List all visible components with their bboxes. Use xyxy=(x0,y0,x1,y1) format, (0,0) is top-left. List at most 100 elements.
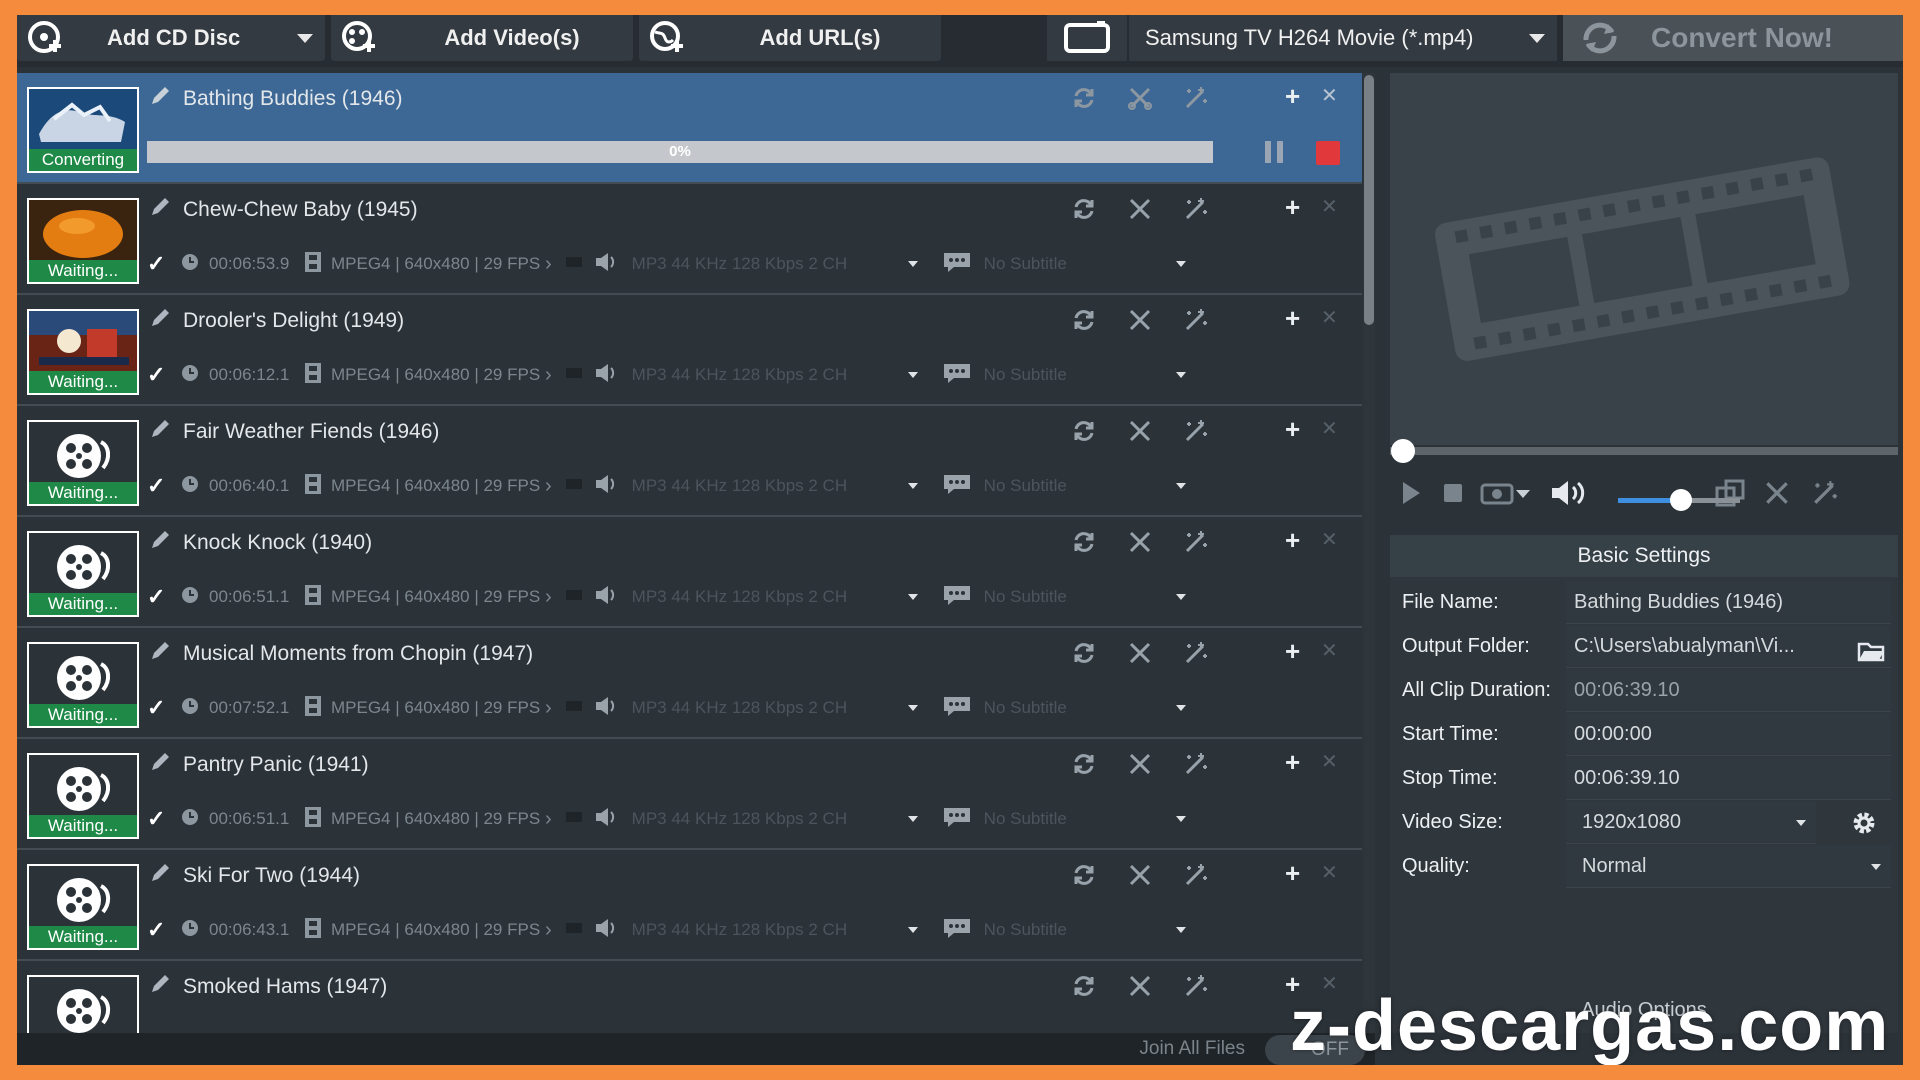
magic-wand-icon[interactable] xyxy=(1181,527,1211,557)
chevron-down-icon[interactable] xyxy=(907,594,918,600)
file-name-field[interactable]: Bathing Buddies (1946) xyxy=(1566,581,1891,624)
refresh-icon[interactable] xyxy=(1069,194,1099,224)
scissors-icon[interactable] xyxy=(1125,971,1155,1001)
chevron-right-icon[interactable]: › xyxy=(545,364,552,387)
item-title[interactable]: Bathing Buddies (1946) xyxy=(183,87,403,111)
item-title[interactable]: Drooler's Delight (1949) xyxy=(183,309,404,333)
convert-now-button[interactable]: Convert Now! xyxy=(1563,15,1903,61)
volume-icon[interactable] xyxy=(1550,479,1590,512)
chevron-right-icon[interactable]: › xyxy=(545,808,552,831)
stop-time-field[interactable]: 00:06:39.10 xyxy=(1566,757,1891,800)
pencil-icon[interactable] xyxy=(149,529,171,557)
item-title[interactable]: Musical Moments from Chopin (1947) xyxy=(183,642,533,666)
pencil-icon[interactable] xyxy=(149,973,171,1001)
list-item[interactable]: Smoked Hams (1947) + ✕ xyxy=(17,961,1362,1033)
item-title[interactable]: Knock Knock (1940) xyxy=(183,531,372,555)
item-title[interactable]: Fair Weather Fiends (1946) xyxy=(183,420,439,444)
close-icon[interactable]: ✕ xyxy=(1321,749,1338,774)
volume-handle[interactable] xyxy=(1670,489,1692,511)
chevron-right-icon[interactable]: › xyxy=(545,586,552,609)
checkmark-icon[interactable]: ✓ xyxy=(147,473,181,499)
item-subtitle[interactable]: No Subtitle xyxy=(984,476,1176,496)
item-title[interactable]: Chew-Chew Baby (1945) xyxy=(183,198,418,222)
item-title[interactable]: Ski For Two (1944) xyxy=(183,864,360,888)
item-subtitle[interactable]: No Subtitle xyxy=(984,587,1176,607)
add-subitem-icon[interactable]: + xyxy=(1285,192,1300,223)
item-title[interactable]: Pantry Panic (1941) xyxy=(183,753,369,777)
refresh-icon[interactable] xyxy=(1069,416,1099,446)
close-icon[interactable]: ✕ xyxy=(1321,83,1338,108)
chevron-down-icon[interactable] xyxy=(1175,483,1186,489)
magic-wand-icon[interactable] xyxy=(1181,749,1211,779)
magic-wand-icon[interactable] xyxy=(1181,83,1211,113)
list-item[interactable]: Waiting... Drooler's Delight (1949) + ✕ … xyxy=(17,295,1362,406)
pencil-icon[interactable] xyxy=(149,418,171,446)
scrollbar-thumb[interactable] xyxy=(1364,75,1374,325)
list-item[interactable]: Waiting... Knock Knock (1940) + ✕ ✓ 00:0… xyxy=(17,517,1362,628)
list-item[interactable]: Waiting... Fair Weather Fiends (1946) + … xyxy=(17,406,1362,517)
checkmark-icon[interactable]: ✓ xyxy=(147,584,181,610)
chevron-down-icon[interactable] xyxy=(1175,705,1186,711)
add-subitem-icon[interactable]: + xyxy=(1285,525,1300,556)
stop-icon[interactable] xyxy=(1316,141,1340,165)
list-item[interactable]: Waiting... Ski For Two (1944) + ✕ ✓ 00:0… xyxy=(17,850,1362,961)
scissors-icon[interactable] xyxy=(1125,638,1155,668)
magic-wand-icon[interactable] xyxy=(1181,860,1211,890)
close-icon[interactable]: ✕ xyxy=(1321,194,1338,219)
output-folder-field[interactable]: C:\Users\abualyman\Vi... xyxy=(1566,625,1891,668)
list-item[interactable]: Waiting... Musical Moments from Chopin (… xyxy=(17,628,1362,739)
add-subitem-icon[interactable]: + xyxy=(1285,81,1300,112)
chevron-down-icon[interactable] xyxy=(907,816,918,822)
scissors-icon[interactable] xyxy=(1125,416,1155,446)
play-icon[interactable] xyxy=(1400,480,1422,511)
scissors-icon[interactable] xyxy=(1125,305,1155,335)
stop-player-icon[interactable] xyxy=(1442,482,1464,509)
chevron-right-icon[interactable]: › xyxy=(545,697,552,720)
scissors-icon[interactable] xyxy=(1125,527,1155,557)
output-format-select[interactable]: Samsung TV H264 Movie (*.mp4) xyxy=(1129,15,1557,61)
refresh-icon[interactable] xyxy=(1069,860,1099,890)
chevron-down-icon[interactable] xyxy=(297,34,313,43)
video-size-select[interactable]: 1920x1080 xyxy=(1566,801,1816,844)
add-subitem-icon[interactable]: + xyxy=(1285,636,1300,667)
checkmark-icon[interactable]: ✓ xyxy=(147,251,181,277)
chevron-down-icon[interactable] xyxy=(1175,261,1186,267)
list-item[interactable]: Waiting... Pantry Panic (1941) + ✕ ✓ 00:… xyxy=(17,739,1362,850)
item-audio-info[interactable]: MP3 44 KHz 128 Kbps 2 CH xyxy=(632,698,908,718)
checkmark-icon[interactable]: ✓ xyxy=(147,362,181,388)
close-icon[interactable]: ✕ xyxy=(1321,527,1338,552)
item-audio-info[interactable]: MP3 44 KHz 128 Kbps 2 CH xyxy=(632,476,908,496)
close-icon[interactable]: ✕ xyxy=(1321,416,1338,441)
magic-wand-icon[interactable] xyxy=(1181,305,1211,335)
scissors-icon[interactable] xyxy=(1763,479,1791,512)
close-icon[interactable]: ✕ xyxy=(1321,860,1338,885)
chevron-right-icon[interactable]: › xyxy=(545,253,552,276)
scissors-icon[interactable] xyxy=(1125,194,1155,224)
refresh-icon[interactable] xyxy=(1069,749,1099,779)
item-title[interactable]: Smoked Hams (1947) xyxy=(183,975,387,999)
chevron-down-icon[interactable] xyxy=(907,483,918,489)
item-audio-info[interactable]: MP3 44 KHz 128 Kbps 2 CH xyxy=(632,365,908,385)
pencil-icon[interactable] xyxy=(149,751,171,779)
scissors-icon[interactable] xyxy=(1125,83,1155,113)
gear-icon[interactable] xyxy=(1851,810,1877,842)
item-subtitle[interactable]: No Subtitle xyxy=(984,365,1176,385)
item-audio-info[interactable]: MP3 44 KHz 128 Kbps 2 CH xyxy=(632,587,908,607)
chevron-down-icon[interactable] xyxy=(1175,594,1186,600)
seek-handle[interactable] xyxy=(1391,439,1415,463)
chevron-down-icon[interactable] xyxy=(1175,372,1186,378)
copy-icon[interactable] xyxy=(1715,479,1745,512)
close-icon[interactable]: ✕ xyxy=(1321,305,1338,330)
snapshot-icon[interactable] xyxy=(1480,480,1532,511)
chevron-down-icon[interactable] xyxy=(907,261,918,267)
chevron-down-icon[interactable] xyxy=(907,372,918,378)
add-subitem-icon[interactable]: + xyxy=(1285,414,1300,445)
list-scrollbar[interactable] xyxy=(1363,73,1375,1033)
item-audio-info[interactable]: MP3 44 KHz 128 Kbps 2 CH xyxy=(632,920,908,940)
chevron-down-icon[interactable] xyxy=(907,927,918,933)
pencil-icon[interactable] xyxy=(149,640,171,668)
pencil-icon[interactable] xyxy=(149,307,171,335)
checkmark-icon[interactable]: ✓ xyxy=(147,806,181,832)
add-url-button[interactable]: Add URL(s) xyxy=(639,15,941,61)
chevron-down-icon[interactable] xyxy=(1175,927,1186,933)
